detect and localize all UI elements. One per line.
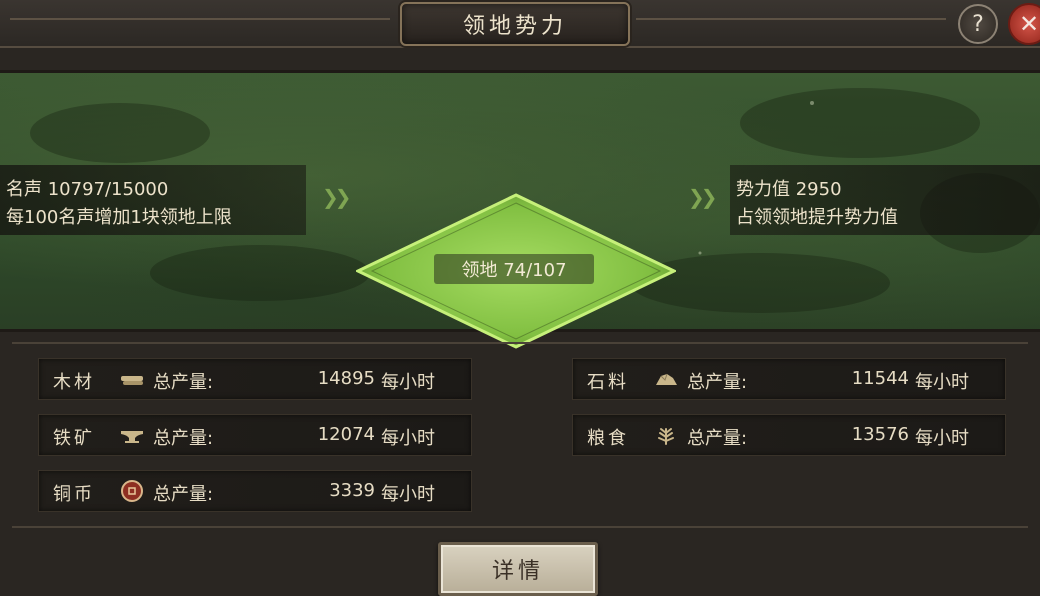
question-icon: ? <box>972 11 984 37</box>
resource-value: 3339 <box>329 480 375 501</box>
help-button[interactable]: ? <box>958 4 998 44</box>
fame-info-panel: 名声 10797/15000 每100名声增加1块领地上限 <box>0 165 306 235</box>
arrow-right-icon: ❯❯ <box>688 185 717 209</box>
resource-unit: 每小时 <box>381 372 435 393</box>
resource-value: 13576 <box>851 424 909 445</box>
copper-coin-icon <box>121 480 143 502</box>
divider <box>12 526 1028 528</box>
resource-row-iron: 铁矿 总产量: 12074 每小时 <box>38 414 472 456</box>
resource-name: 铁矿 <box>53 428 95 449</box>
resource-label: 总产量: <box>153 372 214 393</box>
territory-count-text: 领地 74/107 <box>461 260 567 281</box>
resource-name: 木材 <box>53 372 95 393</box>
resource-row-grain: 粮食 总产量: 13576 每小时 <box>572 414 1006 456</box>
details-button-label: 详情 <box>491 559 544 584</box>
resource-name: 铜币 <box>53 484 95 505</box>
divider <box>12 342 1028 344</box>
resource-unit: 每小时 <box>915 428 969 449</box>
power-info-panel: 势力值 2950 占领领地提升势力值 <box>730 165 1040 235</box>
wood-icon <box>121 376 143 385</box>
resource-unit: 每小时 <box>915 372 969 393</box>
resource-name: 粮食 <box>587 428 629 449</box>
territory-map-banner: 名声 10797/15000 每100名声增加1块领地上限 ❯❯ 领地 74/1… <box>0 70 1040 349</box>
title-plate: 领地势力 <box>400 2 630 46</box>
resource-unit: 每小时 <box>381 428 435 449</box>
resource-value: 14895 <box>317 368 375 389</box>
iron-anvil-icon <box>121 431 143 443</box>
header-divider-left <box>10 18 390 20</box>
stone-icon <box>656 373 677 385</box>
resource-row-stone: 石料 总产量: 11544 每小时 <box>572 358 1006 400</box>
details-button[interactable]: 详情 <box>438 542 598 596</box>
grain-icon <box>658 428 674 445</box>
resource-row-wood: 木材 总产量: 14895 每小时 <box>38 358 472 400</box>
power-text: 势力值 2950 <box>736 179 842 200</box>
resource-value: 12074 <box>317 424 375 445</box>
close-icon: ✕ <box>1018 10 1040 38</box>
arrow-right-icon: ❯❯ <box>322 185 351 209</box>
resource-label: 总产量: <box>153 428 214 449</box>
fame-hint-text: 每100名声增加1块领地上限 <box>6 207 232 228</box>
fame-text: 名声 10797/15000 <box>6 179 169 200</box>
resource-label: 总产量: <box>687 428 748 449</box>
header-divider-right <box>636 18 946 20</box>
resource-unit: 每小时 <box>381 484 435 505</box>
window-header: 领地势力 ? ✕ <box>0 0 1040 48</box>
resource-row-copper: 铜币 总产量: 3339 每小时 <box>38 470 472 512</box>
page-title: 领地势力 <box>462 14 567 39</box>
territory-count-label: 领地 74/107 <box>434 254 594 284</box>
close-button[interactable]: ✕ <box>1008 3 1040 45</box>
resource-label: 总产量: <box>153 484 214 505</box>
resource-name: 石料 <box>587 372 629 393</box>
power-hint-text: 占领领地提升势力值 <box>736 207 898 228</box>
resource-label: 总产量: <box>687 372 748 393</box>
resource-value: 11544 <box>851 368 909 389</box>
